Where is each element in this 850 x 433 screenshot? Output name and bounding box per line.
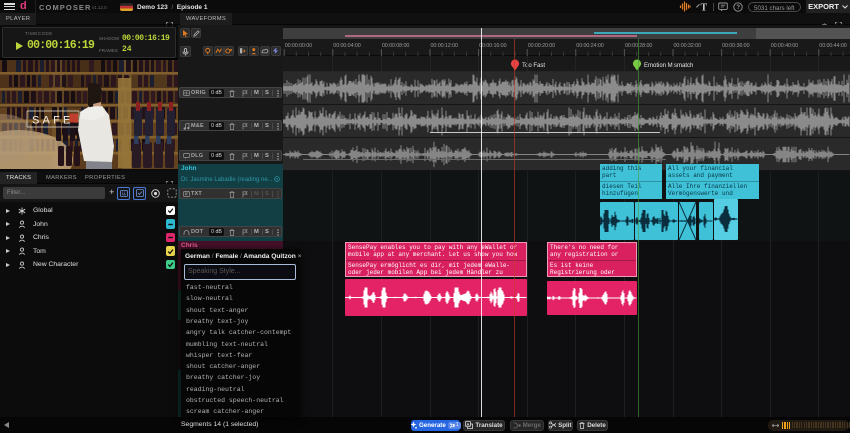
svg-text:A: A xyxy=(467,422,471,427)
svg-text:?: ? xyxy=(736,5,740,11)
svg-text:SAFE: SAFE xyxy=(32,115,74,127)
svg-text:T: T xyxy=(701,3,708,13)
